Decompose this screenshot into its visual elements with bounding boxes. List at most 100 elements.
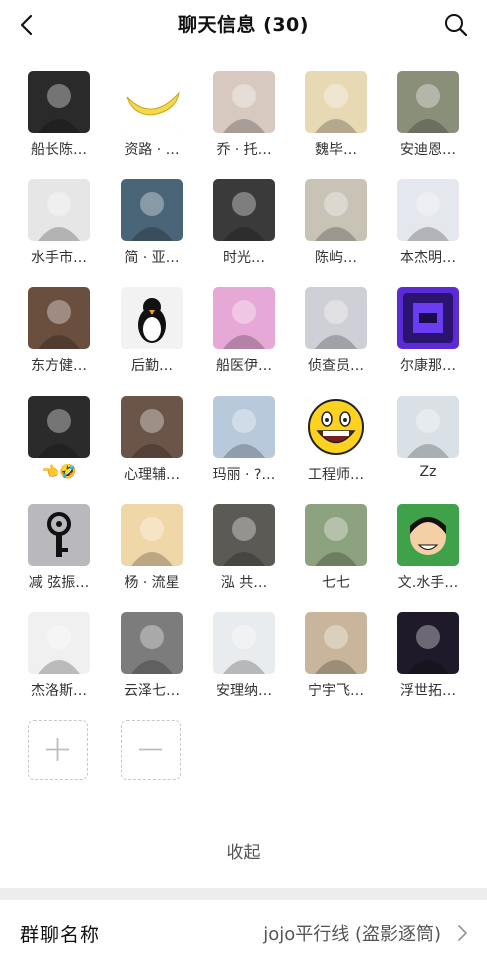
member-name: 船医伊… xyxy=(216,358,272,374)
member-item[interactable]: 杨 · 流星 xyxy=(106,503,198,603)
avatar[interactable] xyxy=(397,396,459,458)
member-item[interactable]: 七七 xyxy=(290,503,382,603)
member-item[interactable]: Zz xyxy=(382,395,474,495)
member-item[interactable]: 简 · 亚… xyxy=(106,178,198,278)
avatar[interactable] xyxy=(305,287,367,349)
avatar[interactable] xyxy=(121,287,183,349)
avatar[interactable] xyxy=(28,396,90,458)
member-item[interactable]: 东方健… xyxy=(13,286,105,386)
member-name: 👈🤣 xyxy=(41,464,77,480)
member-name: 东方健… xyxy=(31,358,87,374)
member-item[interactable]: 魏毕… xyxy=(290,70,382,170)
member-name: 时光… xyxy=(223,250,265,266)
member-item[interactable]: 杰洛斯… xyxy=(13,611,105,711)
avatar[interactable] xyxy=(121,612,183,674)
chevron-right-icon xyxy=(455,924,469,942)
avatar[interactable] xyxy=(121,504,183,566)
member-item[interactable]: 安理纳… xyxy=(198,611,290,711)
member-item[interactable]: 玛丽 · ?… xyxy=(198,395,290,495)
avatar[interactable] xyxy=(28,287,90,349)
member-name: 云泽七… xyxy=(124,683,180,699)
avatar[interactable] xyxy=(397,71,459,133)
avatar[interactable] xyxy=(213,71,275,133)
member-name: 水手市… xyxy=(31,250,87,266)
member-name: 尔康那… xyxy=(400,358,456,374)
member-item[interactable]: 宁宇飞… xyxy=(290,611,382,711)
member-item[interactable]: 时光… xyxy=(198,178,290,278)
avatar[interactable] xyxy=(213,612,275,674)
member-name: 陈屿… xyxy=(315,250,357,266)
member-item[interactable]: 船医伊… xyxy=(198,286,290,386)
avatar[interactable] xyxy=(305,179,367,241)
member-item[interactable]: 侦查员… xyxy=(290,286,382,386)
avatar[interactable] xyxy=(305,504,367,566)
add-member-button[interactable] xyxy=(28,720,88,780)
member-item[interactable]: 云泽七… xyxy=(106,611,198,711)
member-name: 泓 共… xyxy=(220,575,268,591)
member-item[interactable]: 👈🤣 xyxy=(13,395,105,495)
group-name-value: jojo平行线 (盗影逐筒) xyxy=(263,924,441,945)
remove-member-button[interactable] xyxy=(121,720,181,780)
member-item[interactable]: 资路 · … xyxy=(106,70,198,170)
member-name: Zz xyxy=(419,464,437,480)
member-name: 安迪恩… xyxy=(400,142,456,158)
avatar[interactable] xyxy=(397,287,459,349)
member-item[interactable]: 安迪恩… xyxy=(382,70,474,170)
plus-icon xyxy=(46,738,69,761)
avatar[interactable] xyxy=(213,396,275,458)
member-item[interactable]: 后勤… xyxy=(106,286,198,386)
search-icon[interactable] xyxy=(443,12,469,38)
member-name: 文.水手… xyxy=(397,575,459,591)
member-name: 安理纳… xyxy=(216,683,272,699)
member-item[interactable]: 陈屿… xyxy=(290,178,382,278)
member-name: 简 · 亚… xyxy=(124,250,180,266)
avatar[interactable] xyxy=(213,504,275,566)
avatar[interactable] xyxy=(121,396,183,458)
group-name-label: 群聊名称 xyxy=(20,924,101,946)
member-name: 宁宇飞… xyxy=(308,683,364,699)
member-item[interactable]: 心理辅… xyxy=(106,395,198,495)
member-name: 侦查员… xyxy=(308,358,364,374)
avatar[interactable] xyxy=(305,396,367,458)
member-name: 心理辅… xyxy=(124,467,180,483)
avatar[interactable] xyxy=(213,287,275,349)
member-name: 杰洛斯… xyxy=(31,683,87,699)
avatar[interactable] xyxy=(28,504,90,566)
avatar[interactable] xyxy=(397,612,459,674)
member-item[interactable]: 船长陈… xyxy=(13,70,105,170)
member-name: 乔 · 托… xyxy=(216,142,272,158)
member-name: 杨 · 流星 xyxy=(124,575,180,591)
member-name: 工程师… xyxy=(308,467,364,483)
member-item[interactable]: 乔 · 托… xyxy=(198,70,290,170)
avatar[interactable] xyxy=(28,71,90,133)
avatar[interactable] xyxy=(28,612,90,674)
member-name: 魏毕… xyxy=(315,142,357,158)
avatar[interactable] xyxy=(121,71,183,133)
member-name: 本杰明… xyxy=(400,250,456,266)
member-name: 减 弦振… xyxy=(28,575,90,591)
member-item[interactable]: 本杰明… xyxy=(382,178,474,278)
member-item[interactable]: 工程师… xyxy=(290,395,382,495)
member-name: 玛丽 · ?… xyxy=(212,467,276,483)
group-name-row[interactable]: 群聊名称 jojo平行线 (盗影逐筒) xyxy=(0,900,487,960)
page-title: 聊天信息 (30) xyxy=(178,14,309,36)
avatar[interactable] xyxy=(397,504,459,566)
avatar[interactable] xyxy=(121,179,183,241)
avatar[interactable] xyxy=(305,612,367,674)
member-item[interactable]: 水手市… xyxy=(13,178,105,278)
member-name: 七七 xyxy=(322,575,350,591)
member-name: 船长陈… xyxy=(31,142,87,158)
member-item[interactable]: 泓 共… xyxy=(198,503,290,603)
avatar[interactable] xyxy=(28,179,90,241)
member-item[interactable]: 减 弦振… xyxy=(13,503,105,603)
collapse-button[interactable]: 收起 xyxy=(0,838,487,863)
avatar[interactable] xyxy=(305,71,367,133)
section-divider xyxy=(0,888,487,900)
member-name: 资路 · … xyxy=(124,142,180,158)
member-item[interactable]: 浮世拓… xyxy=(382,611,474,711)
avatar[interactable] xyxy=(397,179,459,241)
member-name: 浮世拓… xyxy=(400,683,456,699)
member-item[interactable]: 文.水手… xyxy=(382,503,474,603)
member-item[interactable]: 尔康那… xyxy=(382,286,474,386)
avatar[interactable] xyxy=(213,179,275,241)
